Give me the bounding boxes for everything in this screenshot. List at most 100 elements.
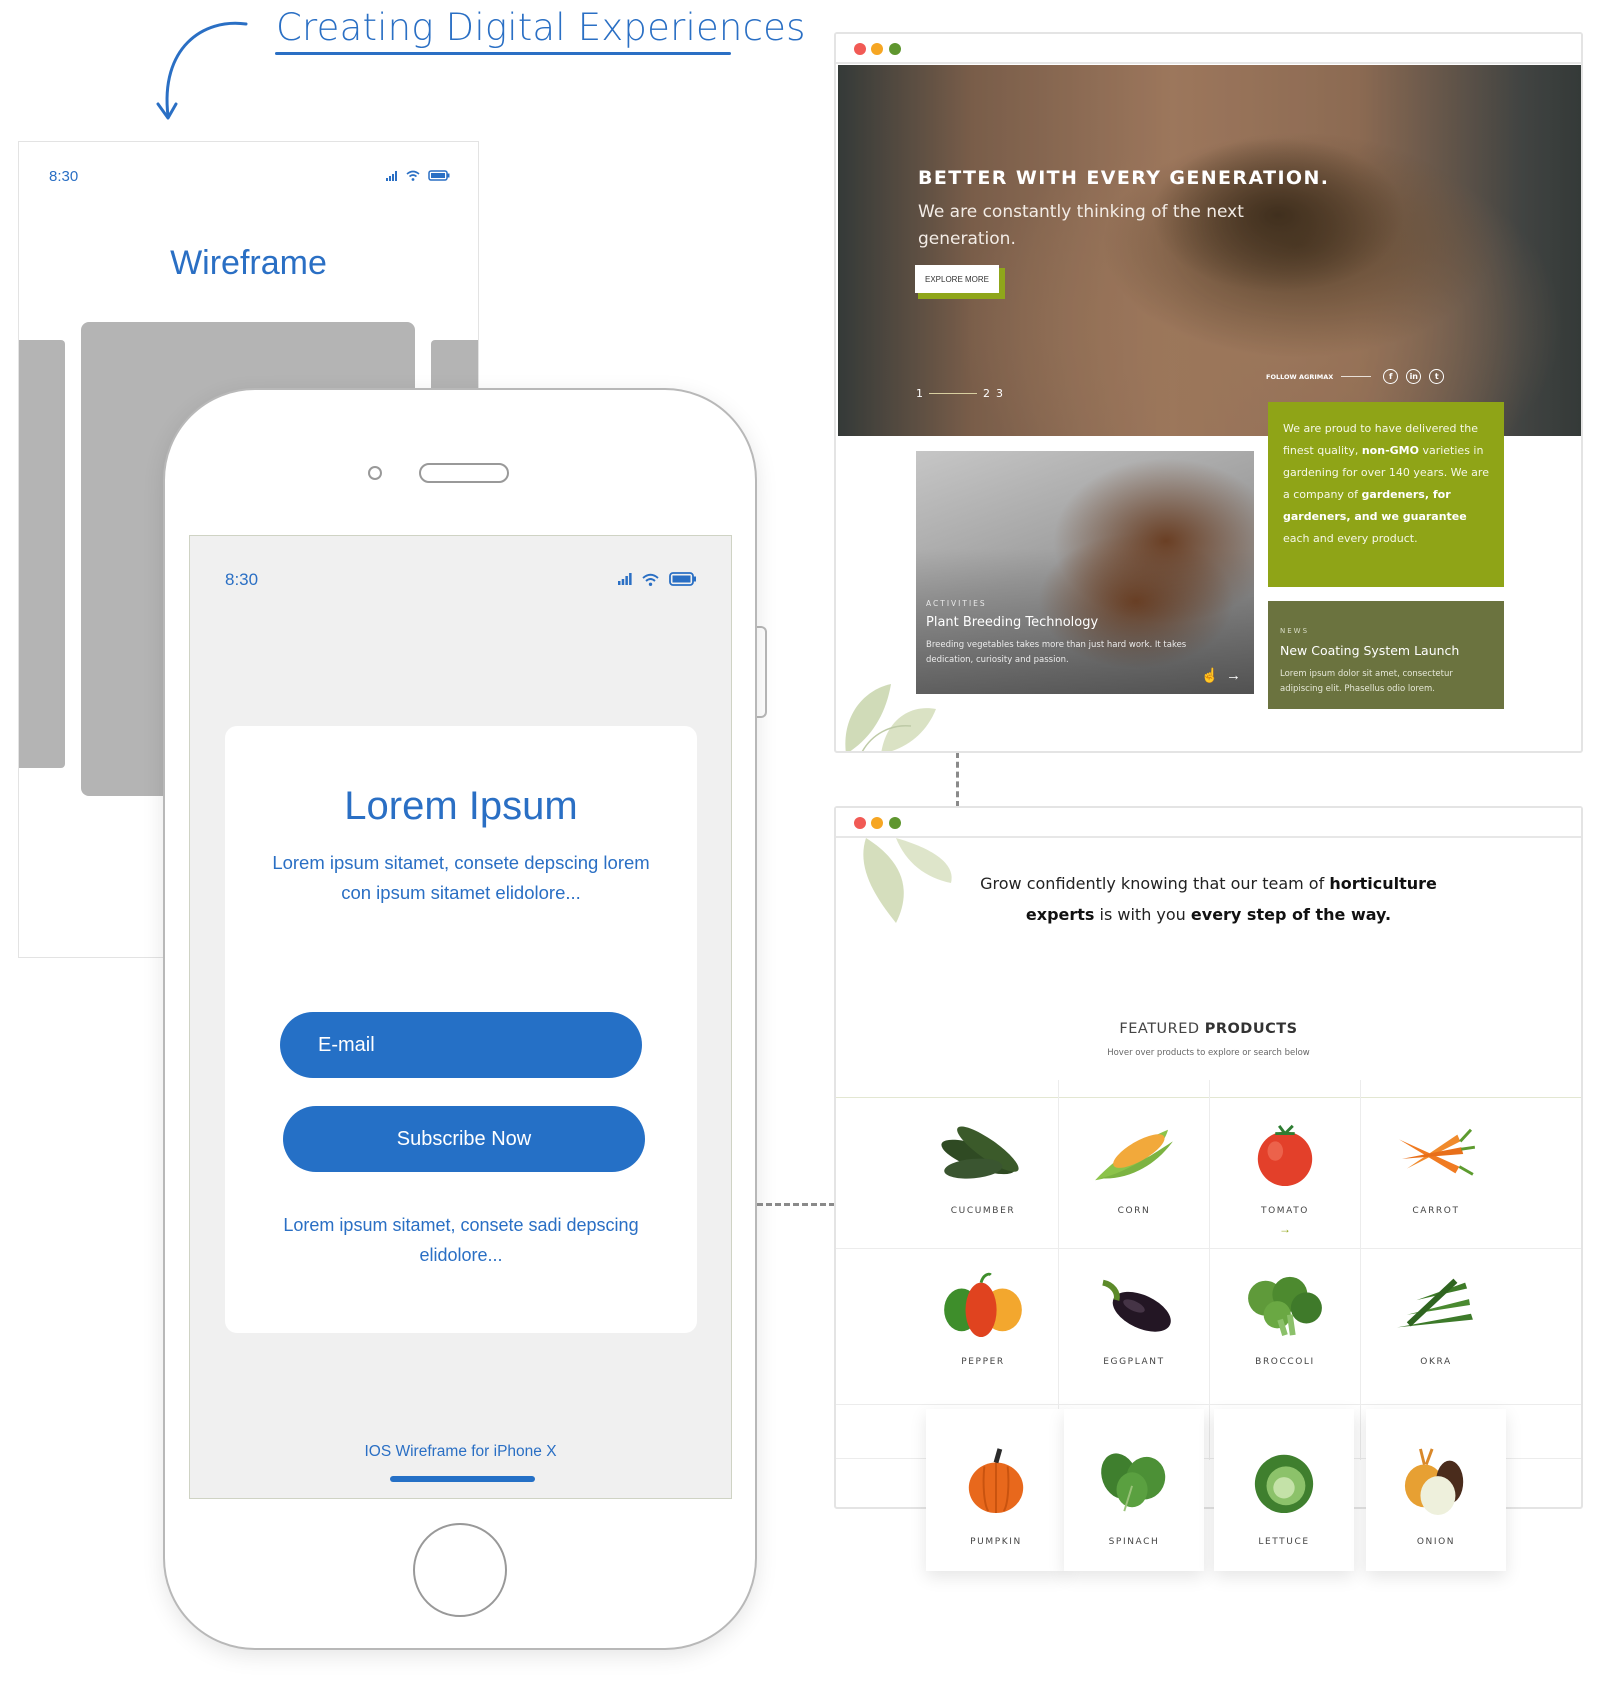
tagline-text: is with you (1094, 905, 1191, 924)
minimize-dot-icon[interactable] (871, 43, 883, 55)
lettuce-icon (1254, 1454, 1314, 1514)
minimize-dot-icon[interactable] (871, 817, 883, 829)
featured-title-text: FEATURED (1119, 1021, 1205, 1037)
subscribe-button[interactable]: Subscribe Now (283, 1106, 645, 1172)
signup-card: Lorem Ipsum Lorem ipsum sitamet, consete… (225, 726, 697, 1333)
featured-title: FEATURED PRODUCTS (836, 1021, 1581, 1037)
hero-banner: BETTER WITH EVERY GENERATION. We are con… (838, 65, 1581, 436)
product-tile[interactable]: CUCUMBER (908, 1098, 1058, 1248)
slide-pager: 1 2 3 (916, 387, 1003, 400)
product-name: EGGPLANT (1103, 1357, 1165, 1367)
product-tile[interactable]: OKRA (1361, 1249, 1511, 1399)
product-name: OKRA (1420, 1357, 1452, 1367)
hero-subtitle: We are constantly thinking of the next g… (918, 202, 1244, 249)
camera-icon (368, 466, 382, 480)
spinach-icon (1101, 1453, 1166, 1512)
maximize-dot-icon[interactable] (889, 817, 901, 829)
tagline-emphasis: every step of the way. (1190, 905, 1392, 924)
carrot-icon (1399, 1128, 1476, 1176)
connector-line (956, 752, 959, 807)
tagline-text: Grow confidently knowing that our team o… (980, 874, 1330, 893)
eggplant-icon (1102, 1279, 1171, 1332)
tagline: Grow confidently knowing that our team o… (836, 868, 1581, 930)
maximize-dot-icon[interactable] (889, 43, 901, 55)
status-time: 8:30 (225, 570, 259, 589)
wireframe-title: Wireframe (170, 244, 327, 282)
card-subtitle: Lorem ipsum sitamet, consete depscing lo… (272, 852, 650, 903)
pager-progress (929, 393, 977, 394)
tagline-emphasis: experts (1025, 905, 1095, 924)
product-tile[interactable]: TOMATO → (1210, 1098, 1360, 1248)
product-tile[interactable]: CORN (1059, 1098, 1209, 1248)
twitter-icon[interactable]: t (1429, 369, 1445, 384)
window-titlebar (836, 808, 1581, 838)
promo-emphasis: non-GMO (1361, 444, 1419, 457)
product-name: PUMPKIN (970, 1537, 1022, 1547)
hero-title: BETTER WITH EVERY GENERATION. (918, 167, 1330, 189)
product-name: CUCUMBER (950, 1206, 1016, 1216)
tagline-emphasis: horticulture (1329, 874, 1437, 893)
social-follow: FOLLOW AGRIMAX f in t (1266, 369, 1445, 384)
signal-icon (386, 170, 397, 181)
product-tile[interactable]: BROCCOLI (1210, 1249, 1360, 1399)
product-tile[interactable]: CARROT (1361, 1098, 1511, 1248)
product-tile[interactable]: SPINACH (1064, 1409, 1204, 1571)
arrow-right-icon[interactable]: → (1279, 1222, 1291, 1236)
email-input[interactable] (280, 1012, 642, 1078)
arrow-right-icon[interactable]: → (1226, 667, 1241, 684)
card-title: New Coating System Launch (1280, 643, 1460, 658)
product-name: ONION (1416, 1537, 1456, 1547)
placeholder-block (19, 340, 65, 768)
status-icons (386, 170, 450, 181)
product-tile[interactable]: EGGPLANT (1059, 1249, 1209, 1399)
linkedin-icon[interactable]: in (1406, 369, 1422, 384)
product-tile[interactable]: LETTUCE (1214, 1409, 1354, 1571)
tomato-icon (1257, 1124, 1313, 1187)
activities-card[interactable]: ACTIVITIES Plant Breeding Technology Bre… (916, 451, 1254, 694)
home-button[interactable] (413, 1523, 507, 1617)
featured-subtitle: Hover over products to explore or search… (1107, 1048, 1310, 1058)
wifi-icon (642, 573, 659, 586)
headline-underline (275, 52, 731, 55)
hand-pointer-icon: ☝ (1201, 667, 1219, 683)
status-time: 8:30 (49, 168, 79, 185)
pager-item[interactable]: 2 (983, 387, 990, 400)
product-tile[interactable]: PEPPER (908, 1249, 1058, 1399)
product-name: CARROT (1412, 1206, 1460, 1216)
news-card[interactable]: NEWS New Coating System Launch Lorem ips… (1268, 601, 1504, 709)
promo-box: We are proud to have delivered the fines… (1268, 402, 1504, 587)
signal-icon (618, 573, 632, 585)
leaf-decoration-icon (845, 684, 936, 751)
close-dot-icon[interactable] (854, 817, 866, 829)
card-footer-text: Lorem ipsum sitamet, consete sadi depsci… (283, 1215, 639, 1265)
card-title: Plant Breeding Technology (926, 615, 1099, 630)
pager-item[interactable]: 3 (996, 387, 1003, 400)
follow-label: FOLLOW AGRIMAX (1266, 372, 1334, 381)
broccoli-icon (1248, 1276, 1322, 1336)
browser-window-home: BETTER WITH EVERY GENERATION. We are con… (834, 32, 1583, 753)
speaker-icon (419, 463, 509, 483)
follow-divider (1341, 376, 1372, 377)
product-name: LETTUCE (1258, 1537, 1310, 1547)
card-body: Breeding vegetables takes more than just… (926, 640, 1187, 665)
battery-icon (428, 170, 450, 181)
product-tile[interactable]: ONION (1366, 1409, 1506, 1571)
explore-more-button[interactable]: EXPLORE MORE (915, 265, 999, 293)
close-dot-icon[interactable] (854, 43, 866, 55)
curved-arrow-icon (156, 21, 248, 120)
product-name: CORN (1117, 1206, 1151, 1216)
product-name: TOMATO (1261, 1206, 1309, 1216)
screen-caption: IOS Wireframe for iPhone X (364, 1443, 557, 1460)
pumpkin-icon (968, 1448, 1024, 1514)
featured-title-emphasis: PRODUCTS (1204, 1021, 1298, 1037)
okra-icon (1397, 1278, 1473, 1328)
product-name: SPINACH (1108, 1537, 1160, 1547)
explore-button-shadow: EXPLORE MORE (915, 265, 1005, 299)
product-tile[interactable]: PUMPKIN (926, 1409, 1066, 1571)
promo-text: each and every product. (1283, 532, 1418, 545)
pepper-icon (944, 1272, 1022, 1338)
card-kicker: NEWS (1280, 627, 1310, 635)
card-kicker: ACTIVITIES (926, 599, 987, 608)
facebook-icon[interactable]: f (1383, 369, 1399, 384)
pager-item[interactable]: 1 (916, 387, 923, 400)
